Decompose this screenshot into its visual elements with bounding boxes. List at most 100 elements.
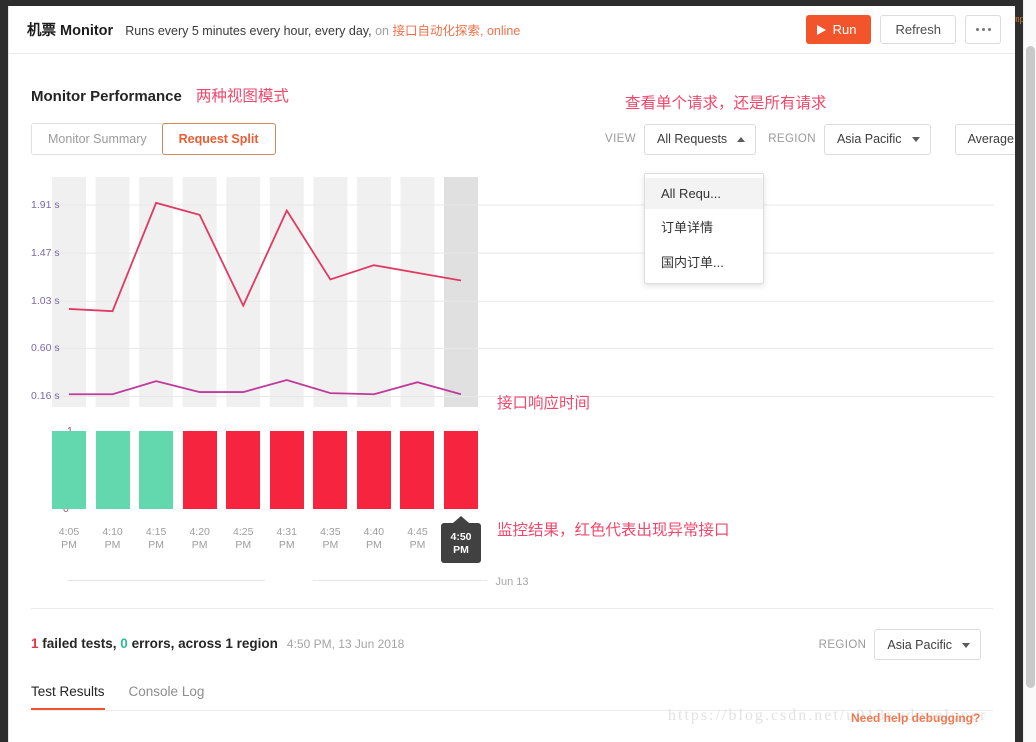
need-help-debugging-link[interactable]: Need help debugging?: [851, 711, 980, 725]
bar-chart-x-tick: 4:20 PM: [189, 526, 210, 551]
results-tabs: Test Results Console Log: [31, 684, 993, 711]
divider-line-right: [313, 580, 511, 581]
result-bar[interactable]: [269, 431, 304, 509]
status-badge: online: [486, 24, 521, 38]
more-options-button[interactable]: [965, 15, 1001, 44]
date-divider-label: Jun 13: [487, 576, 537, 588]
tab-console-log[interactable]: Console Log: [129, 684, 205, 711]
chart-filters: VIEW All Requests REGION Asia Pacific Av…: [605, 123, 1015, 155]
play-icon: [816, 24, 826, 35]
bar-chart-x-tick: 4:35 PM: [320, 526, 341, 551]
main-content: Monitor Performance 两种视图模式 Monitor Summa…: [9, 54, 1015, 711]
monitor-schedule-description: Runs every 5 minutes every hour, every d…: [125, 20, 520, 39]
date-divider: Jun 13: [31, 572, 993, 588]
page-scrollbar[interactable]: [1023, 0, 1036, 742]
view-dropdown-menu: All Requ... 订单详情 国内订单...: [644, 173, 764, 284]
chart-band: [139, 177, 174, 407]
region-label: REGION: [768, 133, 816, 145]
run-button-label: Run: [832, 22, 857, 37]
errors-count: 0: [120, 635, 128, 651]
dot-icon: [987, 28, 991, 31]
aggregate-select-value: Average: [967, 132, 1014, 146]
view-dropdown-item-1[interactable]: 订单详情: [645, 209, 763, 244]
chart-band: [400, 177, 435, 407]
results-timestamp: 4:50 PM, 13 Jun 2018: [286, 636, 405, 651]
chart-band: [313, 177, 348, 407]
line-chart-y-tick: 1.03 s: [31, 295, 60, 308]
view-select[interactable]: All Requests: [644, 123, 757, 155]
footer-region-label: REGION: [818, 638, 867, 651]
response-time-line-chart[interactable]: 1.91 s 1.47 s 1.03 s 0.60 s 0.16 s: [31, 173, 994, 413]
chart-band: [95, 177, 130, 407]
dot-icon: [981, 28, 985, 31]
run-button[interactable]: Run: [805, 15, 872, 44]
results-summary-text: 1 failed tests, 0 errors, across 1 regio…: [31, 636, 278, 651]
annotation-request-view: 查看单个请求，还是所有请求: [625, 95, 827, 112]
divider-line-left: [67, 580, 265, 581]
chart-band: [444, 177, 478, 407]
chevron-down-icon: [911, 137, 920, 142]
result-bar[interactable]: [444, 431, 478, 509]
region-select-value: Asia Pacific: [836, 132, 902, 146]
app-header: 机票 Monitor Runs every 5 minutes every ho…: [9, 6, 1015, 54]
annotation-response-time: 接口响应时间: [497, 395, 591, 412]
charts-area: 1.91 s1.47 s1.03 s0.60 s0.16 s 接口响应时间 00…: [31, 173, 994, 588]
chevron-up-icon: [737, 137, 746, 142]
result-bar[interactable]: [95, 431, 130, 509]
view-mode-tabs: Monitor Summary Request Split: [31, 123, 276, 155]
bar-chart-x-tick: 4:15 PM: [145, 526, 167, 551]
bar-chart-x-tick: 4:40 PM: [363, 526, 385, 551]
line-chart-y-tick: 1.47 s: [31, 247, 60, 260]
footer-region-select[interactable]: Asia Pacific: [874, 629, 981, 660]
line-chart-svg: [52, 177, 994, 407]
tabs-underline: [31, 710, 993, 711]
page-title: 机票 Monitor: [27, 23, 114, 39]
bar-chart-x-tick: 4:05 PM: [58, 526, 80, 551]
chart-band: [226, 177, 261, 407]
line-chart-y-tick: 1.91 s: [31, 199, 60, 212]
monitor-app-window: 机票 Monitor Runs every 5 minutes every ho…: [8, 6, 1015, 742]
result-bar[interactable]: [226, 431, 261, 509]
tab-monitor-summary[interactable]: Monitor Summary: [32, 124, 163, 154]
line-chart-y-tick: 0.60 s: [31, 342, 60, 355]
tab-request-split[interactable]: Request Split: [161, 123, 276, 155]
performance-title: Monitor Performance: [31, 88, 182, 105]
chevron-down-icon: [962, 642, 970, 648]
performance-header-row: Monitor Performance 两种视图模式: [31, 54, 993, 106]
view-dropdown-item-2[interactable]: 国内订单...: [645, 244, 763, 279]
result-bar[interactable]: [313, 431, 348, 509]
errors-label: errors, across 1 region: [127, 635, 278, 651]
chart-band: [52, 177, 86, 407]
failed-label: failed tests,: [38, 635, 121, 651]
view-dropdown-item-0[interactable]: All Requ...: [645, 178, 763, 209]
controls-row: Monitor Summary Request Split 查看单个请求，还是所…: [31, 95, 1015, 155]
bar-chart-x-tick: 4:25 PM: [233, 526, 254, 551]
annotation-monitor-result: 监控结果，红色代表出现异常接口: [497, 522, 730, 539]
collection-link[interactable]: 接口自动化探索,: [392, 24, 483, 38]
bar-chart-x-tick: 4:31 PM: [276, 526, 297, 551]
bar-chart-x-tick: 4:10 PM: [102, 526, 123, 551]
scrollbar-thumb[interactable]: [1026, 46, 1035, 688]
line-chart-y-tick: 0.16 s: [31, 390, 60, 403]
footer-region-filter: REGION Asia Pacific: [819, 629, 993, 660]
region-select[interactable]: Asia Pacific: [823, 123, 931, 155]
failed-count: 1: [31, 635, 39, 651]
result-bar[interactable]: [400, 431, 435, 509]
chart-band: [356, 177, 391, 407]
result-bar[interactable]: [356, 431, 391, 509]
bar-chart-x-tick: 4:45 PM: [407, 526, 428, 551]
results-summary-row: 1 failed tests, 0 errors, across 1 regio…: [31, 609, 993, 660]
result-bar[interactable]: [52, 431, 86, 509]
annotation-view-modes: 两种视图模式: [195, 88, 289, 105]
dot-icon: [975, 28, 979, 31]
view-label: VIEW: [605, 133, 636, 145]
refresh-button[interactable]: Refresh: [880, 15, 956, 44]
result-bar[interactable]: [182, 431, 217, 509]
tab-test-results[interactable]: Test Results: [31, 684, 105, 711]
result-bar[interactable]: [139, 431, 174, 509]
schedule-on-word: on: [375, 24, 389, 38]
footer-region-value: Asia Pacific: [887, 637, 952, 652]
header-actions: Run Refresh: [805, 15, 1001, 44]
aggregate-select[interactable]: Average: [954, 123, 1015, 155]
selected-time-badge: 4:50 PM: [441, 516, 481, 563]
